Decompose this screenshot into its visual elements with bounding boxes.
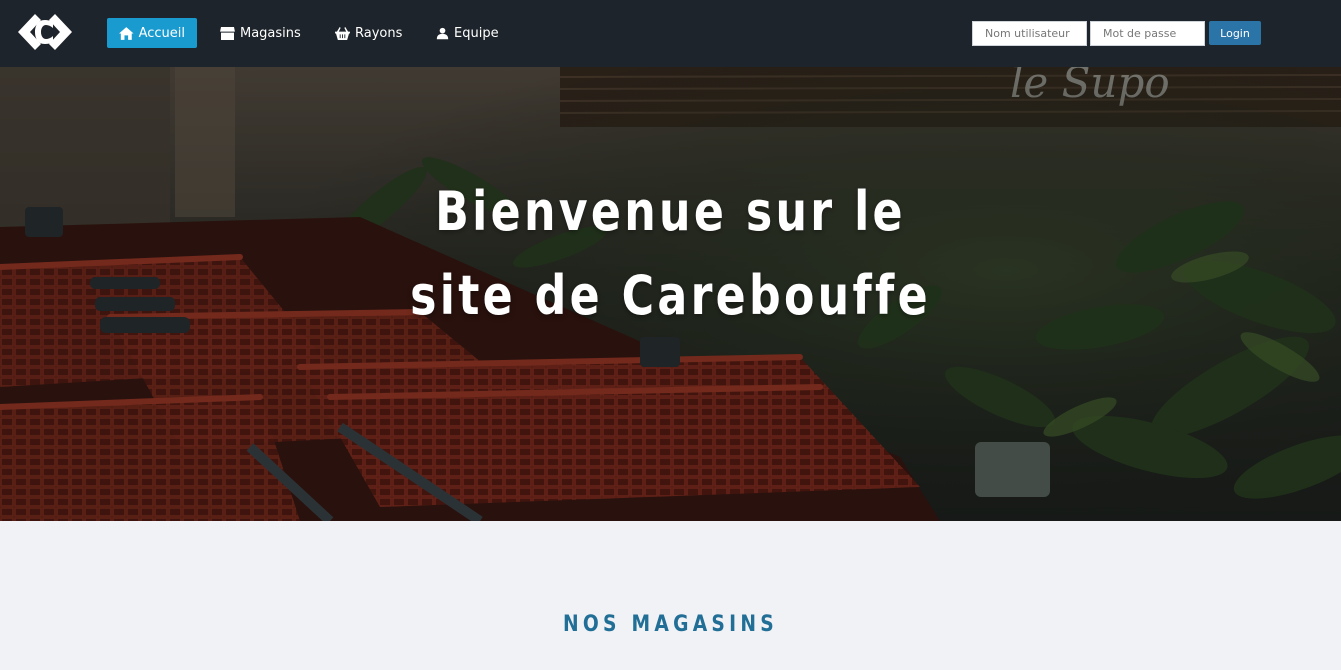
login-button[interactable]: Login (1209, 21, 1261, 45)
nav-magasins[interactable]: Magasins (208, 18, 313, 48)
password-input[interactable] (1090, 21, 1205, 46)
hero-title: Bienvenue sur le site de Carebouffe (121, 170, 1221, 338)
nav-rayons[interactable]: Rayons (323, 18, 414, 48)
navbar: Accueil Magasins Rayons Equipe Login (0, 0, 1341, 67)
nav-accueil-label: Accueil (138, 25, 185, 41)
nav-magasins-label: Magasins (240, 25, 301, 41)
nav-rayons-label: Rayons (355, 25, 403, 41)
basket-icon (335, 26, 350, 40)
nav-accueil[interactable]: Accueil (107, 18, 197, 48)
nav-equipe[interactable]: Equipe (424, 18, 511, 48)
carrefour-logo-icon[interactable] (15, 12, 75, 52)
username-input[interactable] (972, 21, 1087, 46)
hero-title-line2: site de Carebouffe (410, 264, 931, 327)
store-icon (220, 26, 235, 40)
home-icon (119, 26, 134, 40)
nav-equipe-label: Equipe (454, 25, 499, 41)
hero-title-line1: Bienvenue sur le (435, 180, 906, 243)
section-title-nos-magasins: NOS MAGASINS (563, 612, 778, 637)
user-icon (436, 27, 449, 39)
hero-banner: le Supo (0, 67, 1341, 521)
